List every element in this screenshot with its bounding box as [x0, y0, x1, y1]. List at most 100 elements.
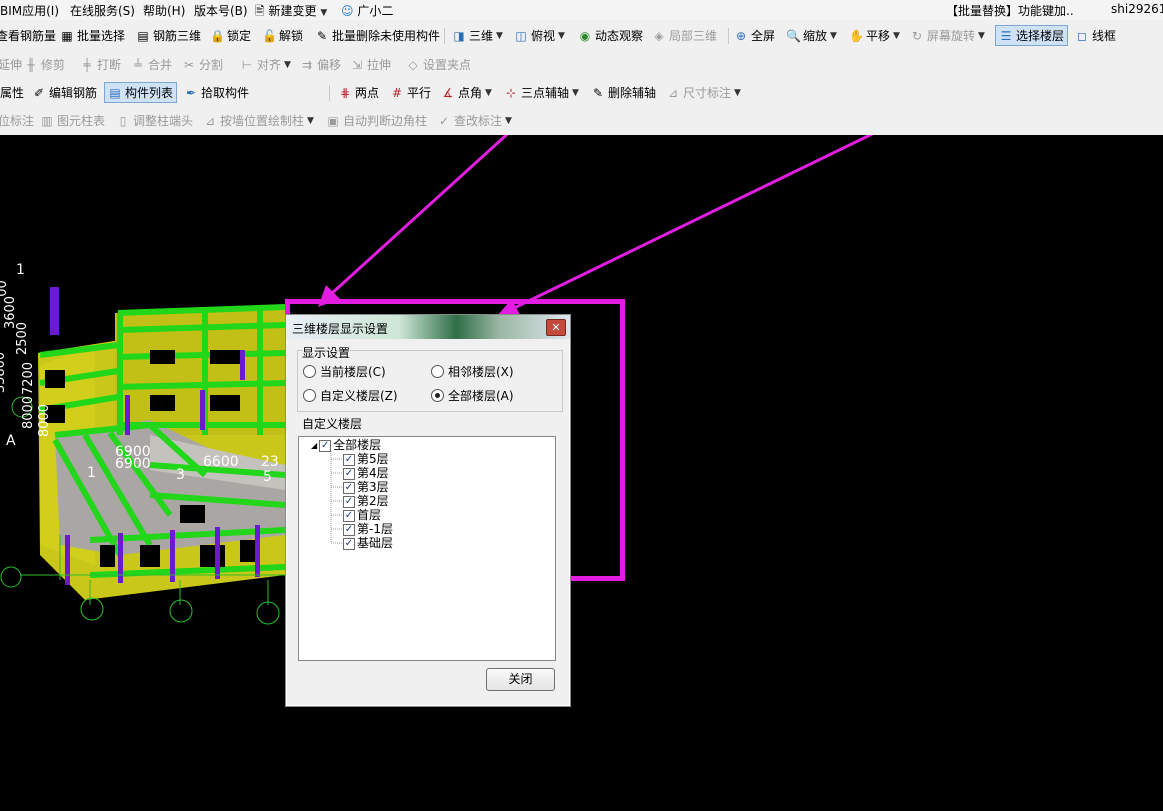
checkbox-floor-4[interactable]: ✓ [343, 467, 355, 480]
properties-button[interactable]: 属性 [0, 84, 24, 101]
split-icon: ✂ [183, 57, 195, 72]
split-button[interactable]: ✂ 分割 [182, 56, 223, 73]
rebar-icon: ▤ [137, 28, 149, 43]
tree-root[interactable]: ◢ ✓ 全部楼层 [311, 439, 381, 452]
table-icon: ▥ [41, 113, 53, 128]
menu-bar: BIM应用(I) 在线服务(S) 帮助(H) 版本号(B) 🖹 新建变更 ▼ ☺… [0, 0, 1163, 20]
point-angle-button[interactable]: ∡ 点角 ▼ [441, 84, 492, 101]
select-floor-button[interactable]: ☰ 选择楼层 [995, 25, 1069, 46]
grip-icon: ◇ [408, 57, 418, 72]
tree-floor-5[interactable]: ✓ 第5层 [343, 453, 389, 466]
column-icon: ▯ [119, 113, 127, 128]
component-list-button[interactable]: ▤ 构件列表 [104, 82, 178, 103]
checkbox-floor-3[interactable]: ✓ [343, 481, 355, 494]
two-point-button[interactable]: ⋕ 两点 [338, 84, 379, 101]
tree-floor-basement[interactable]: ✓ 第-1层 [343, 523, 393, 536]
wireframe-button[interactable]: ◻ 线框 [1075, 27, 1116, 44]
toolbar-row-4: 位标注 ▥ 图元柱表 ▯ 调整柱端头 ⊿ 按墙位置绘制柱 ▼ ▣ 自动判断边角柱 ✓ 查改标… [0, 107, 1163, 135]
tree-floor-foundation[interactable]: ✓ 基础层 [343, 537, 393, 550]
align-button[interactable]: ⊢ 对齐 ▼ [240, 56, 291, 73]
radio-current-floor[interactable]: 当前楼层(C) [303, 363, 386, 380]
grid-icon: ▦ [61, 28, 73, 43]
pan-button[interactable]: ✋ 平移 ▼ [849, 27, 900, 44]
unlock-button[interactable]: 🔓 解锁 [262, 27, 303, 44]
pick-component-button[interactable]: ✒ 拾取构件 [184, 84, 249, 101]
tree-floor-2[interactable]: ✓ 第2层 [343, 495, 389, 508]
view-rebar-qty-button[interactable]: 查看钢筋量 [0, 27, 56, 44]
parallel-icon: # [391, 85, 403, 100]
menu-help[interactable]: 帮助(H) [143, 2, 185, 19]
custom-floor-label: 自定义楼层 [302, 415, 363, 432]
close-button[interactable]: 关闭 [486, 668, 555, 691]
screen-rotate-button[interactable]: ↻ 屏幕旋转 ▼ [910, 27, 985, 44]
checkbox-all-floors[interactable]: ✓ [319, 439, 332, 452]
parallel-button[interactable]: # 平行 [390, 84, 431, 101]
hand-icon: ✋ [849, 28, 864, 43]
extend-button[interactable]: 延伸 [0, 56, 22, 73]
dialog-titlebar[interactable]: 三维楼层显示设置 ✕ [286, 315, 570, 339]
dimension-button[interactable]: ⊿ 尺寸标注 ▼ [666, 84, 741, 101]
set-grip-button[interactable]: ◇ 设置夹点 [406, 56, 471, 73]
menu-assistant[interactable]: ☺ 广小二 [341, 2, 393, 19]
radio-custom-floor[interactable]: 自定义楼层(Z) [303, 387, 398, 404]
assistant-icon: ☺ [341, 4, 354, 18]
cube-icon: ◨ [453, 28, 465, 43]
fullscreen-icon: ⊕ [735, 28, 747, 43]
menu-bim[interactable]: BIM应用(I) [0, 2, 59, 19]
offset-button[interactable]: ⇉ 偏移 [300, 56, 341, 73]
radio-all-floors[interactable]: 全部楼层(A) [431, 387, 514, 404]
view-3d-button[interactable]: ◨ 三维 ▼ [452, 27, 503, 44]
hint-text: 【批量替换】功能键加.. [946, 4, 1074, 18]
delete-axis-button[interactable]: ✎ 删除辅轴 [591, 84, 656, 101]
checkbox-floor-1[interactable]: ✓ [343, 509, 355, 522]
auto-corner-column-button[interactable]: ▣ 自动判断边角柱 [326, 112, 427, 129]
close-icon[interactable]: ✕ [546, 319, 566, 336]
merge-button[interactable]: ╧ 合并 [131, 56, 172, 73]
merge-icon: ╧ [134, 57, 142, 72]
checkbox-floor-foundation[interactable]: ✓ [343, 537, 355, 550]
edit-rebar-button[interactable]: ✐ 编辑钢筋 [32, 84, 97, 101]
menu-online-service[interactable]: 在线服务(S) [70, 2, 135, 19]
break-button[interactable]: ╪ 打断 [80, 56, 121, 73]
rebar-3d-button[interactable]: ▤ 钢筋三维 [136, 27, 201, 44]
collapse-icon[interactable]: ◢ [311, 439, 317, 452]
checkbox-floor-5[interactable]: ✓ [343, 453, 355, 466]
tree-floor-4[interactable]: ✓ 第4层 [343, 467, 389, 480]
break-icon: ╪ [83, 57, 91, 72]
checkbox-floor-basement[interactable]: ✓ [343, 523, 355, 536]
batch-select-button[interactable]: ▦ 批量选择 [60, 27, 125, 44]
wall-icon: ⊿ [204, 113, 216, 128]
lock-button[interactable]: 🔒 锁定 [210, 27, 251, 44]
lock-icon: 🔒 [210, 28, 225, 43]
corner-icon: ▣ [327, 113, 339, 128]
position-mark-button[interactable]: 位标注 [0, 112, 34, 129]
point-angle-icon: ∡ [442, 85, 454, 100]
orbit-button[interactable]: ◉ 动态观察 [578, 27, 643, 44]
separator [329, 85, 330, 101]
check-mark-button[interactable]: ✓ 查改标注 ▼ [437, 112, 512, 129]
orbit-icon: ◉ [579, 28, 591, 43]
three-point-axis-button[interactable]: ⊹ 三点辅轴 ▼ [504, 84, 579, 101]
top-view-button[interactable]: ◫ 俯视 ▼ [514, 27, 565, 44]
local-3d-button[interactable]: ◈ 局部三维 [652, 27, 717, 44]
brush-icon: ✎ [316, 28, 328, 43]
separator [444, 28, 445, 44]
draw-column-by-wall-button[interactable]: ⊿ 按墙位置绘制柱 ▼ [203, 112, 314, 129]
delete-unused-button[interactable]: ✎ 批量删除未使用构件 [315, 27, 440, 44]
checkbox-floor-2[interactable]: ✓ [343, 495, 355, 508]
trim-icon: ╫ [27, 57, 35, 72]
toolbar-row-1: 查看钢筋量 ▦ 批量选择 ▤ 钢筋三维 🔒 锁定 🔓 解锁 ✎ 批量删除未使用构件 ◨ 三维… [0, 22, 1163, 50]
radio-adjacent-floor[interactable]: 相邻楼层(X) [431, 363, 514, 380]
fullscreen-button[interactable]: ⊕ 全屏 [734, 27, 775, 44]
tree-floor-1[interactable]: ✓ 首层 [343, 509, 381, 522]
rotate-icon: ↻ [911, 28, 923, 43]
stretch-icon: ⇲ [351, 57, 363, 72]
tree-floor-3[interactable]: ✓ 第3层 [343, 481, 389, 494]
column-table-button[interactable]: ▥ 图元柱表 [40, 112, 105, 129]
menu-version[interactable]: 版本号(B) [194, 2, 248, 19]
zoom-button[interactable]: 🔍 缩放 ▼ [786, 27, 837, 44]
list-icon: ▤ [109, 85, 121, 100]
adjust-column-end-button[interactable]: ▯ 调整柱端头 [116, 112, 193, 129]
stretch-button[interactable]: ⇲ 拉伸 [350, 56, 391, 73]
trim-button[interactable]: ╫ 修剪 [24, 56, 65, 73]
